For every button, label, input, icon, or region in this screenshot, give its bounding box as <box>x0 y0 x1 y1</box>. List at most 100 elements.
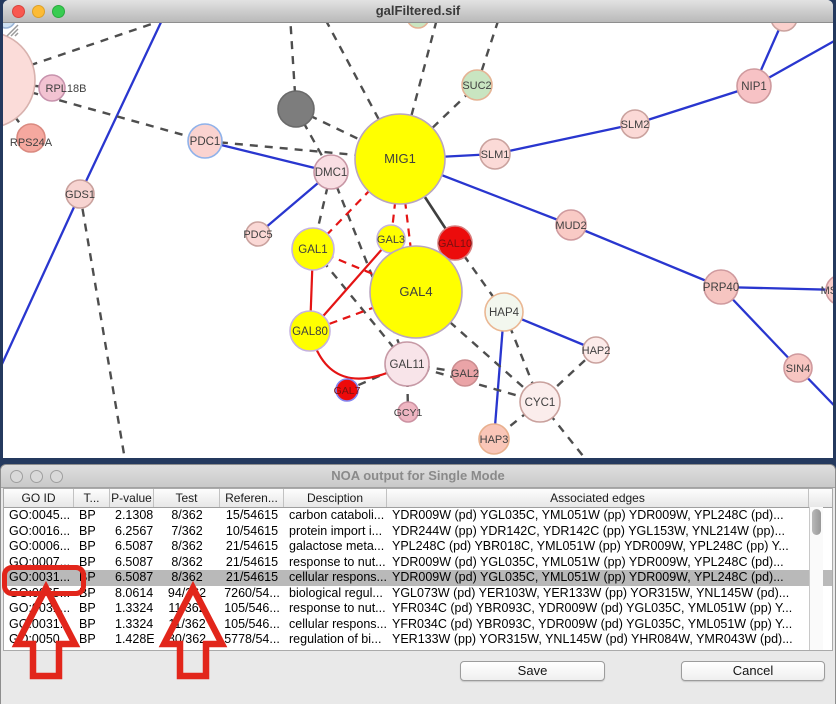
node-MSL1[interactable]: MSL1 <box>821 275 833 305</box>
noa-window-title: NOA output for Single Mode <box>1 468 835 483</box>
node-GCY1[interactable]: GCY1 <box>394 402 423 422</box>
cell: 105/546... <box>220 617 284 633</box>
graph-edge[interactable] <box>571 225 721 287</box>
table-row[interactable]: GO:0050...BP1.428E...80/3625778/54...reg… <box>4 632 832 648</box>
column-header-desciption[interactable]: Desciption <box>284 489 387 507</box>
node-label: RPS24A <box>10 137 53 149</box>
cell: GO:0031... <box>4 601 74 617</box>
cell: YDR009W (pd) YGL035C, YML051W (pp) YDR00… <box>387 508 809 524</box>
vertical-scrollbar[interactable] <box>809 507 823 651</box>
node-label: GDS1 <box>65 189 95 201</box>
noa-window-titlebar[interactable]: NOA output for Single Mode <box>1 465 835 488</box>
node-GAL80[interactable]: GAL80 <box>290 311 330 351</box>
cell: GO:0016... <box>4 524 74 540</box>
node-SUC2[interactable]: SUC2 <box>462 70 492 100</box>
node-SIN4[interactable]: SIN4 <box>784 354 812 382</box>
table-row[interactable]: GO:0031...BP6.5087...8/36221/54615cellul… <box>4 570 832 586</box>
node-label: MSL1 <box>821 285 833 297</box>
node-GAL2[interactable]: GAL2 <box>451 360 479 386</box>
cell: YFR034C (pd) YBR093C, YDR009W (pd) YGL03… <box>387 601 809 617</box>
node-DMC1[interactable]: DMC1 <box>314 155 348 189</box>
node-HAP2[interactable]: HAP2 <box>582 337 611 363</box>
node-label: GAL10 <box>438 238 472 250</box>
cell: response to nut... <box>284 555 387 571</box>
graph-edge[interactable] <box>80 194 125 458</box>
node-label: SLM2 <box>621 119 650 131</box>
cancel-button[interactable]: Cancel <box>681 661 825 681</box>
node-HAP4[interactable]: HAP4 <box>485 293 523 331</box>
node-RPL18B[interactable]: RPL18B <box>39 75 86 101</box>
table-row[interactable]: GO:0065...BP8.0614...94/3627260/54...bio… <box>4 586 832 602</box>
vertical-scrollbar-thumb[interactable] <box>812 509 821 535</box>
cell: cellular respons... <box>284 570 387 586</box>
column-header-referen-[interactable]: Referen... <box>220 489 284 507</box>
cell: YGL073W (pd) YER103W, YER133W (pp) YOR31… <box>387 586 809 602</box>
graph-edge[interactable] <box>3 194 80 458</box>
node-SLM2[interactable]: SLM2 <box>621 110 650 138</box>
node-label: GCY1 <box>394 407 423 419</box>
cell: GO:0006... <box>4 539 74 555</box>
cell: GO:0007... <box>4 555 74 571</box>
cell: BP <box>74 632 110 648</box>
cell: 1.3324... <box>110 617 154 633</box>
node-NIP1[interactable]: NIP1 <box>737 69 771 103</box>
node-label: GAL7 <box>334 385 361 397</box>
node-PRP40[interactable]: PRP40 <box>703 270 739 304</box>
column-header-t-[interactable]: T... <box>74 489 110 507</box>
node-GAL1[interactable]: GAL1 <box>292 228 334 270</box>
table-row[interactable]: GO:0007...BP6.5087...8/36221/54615respon… <box>4 555 832 571</box>
network-window: galFiltered.sif RPL18B RPS24A GDS1 PDC1 PDC5… <box>3 0 833 458</box>
graph-edge[interactable] <box>495 124 635 154</box>
table-row[interactable]: GO:0031...BP1.3324...11/362105/546...cel… <box>4 617 832 633</box>
cell: 1.428E... <box>110 632 154 648</box>
save-button[interactable]: Save <box>460 661 605 681</box>
table-row[interactable]: GO:0016...BP6.2567...7/36210/54615protei… <box>4 524 832 540</box>
cell: 21/54615 <box>220 555 284 571</box>
cell: GO:0031... <box>4 617 74 633</box>
node-GAL11[interactable]: GAL11 <box>385 342 429 386</box>
node-bigleft[interactable] <box>3 32 35 128</box>
node-grayNode[interactable] <box>278 91 314 127</box>
graph-edge[interactable] <box>635 86 754 124</box>
network-canvas[interactable]: RPL18B RPS24A GDS1 PDC1 PDC5 DMC1MIG1 SUC2 SLM1… <box>3 23 833 458</box>
node-MIG1[interactable]: MIG1 <box>355 114 445 204</box>
cell: 8/362 <box>154 555 220 571</box>
node-label: GAL1 <box>298 244 327 256</box>
node-HAP3[interactable]: HAP3 <box>479 424 509 454</box>
node-GDS1[interactable]: GDS1 <box>65 180 95 208</box>
node-CYC1[interactable]: CYC1 <box>520 382 560 422</box>
cell: BP <box>74 539 110 555</box>
cell: GO:0045... <box>4 508 74 524</box>
node-label: PDC5 <box>243 229 272 241</box>
node-pinkTop[interactable] <box>771 23 797 31</box>
node-label: RPL18B <box>46 83 87 95</box>
node-GAL4[interactable]: GAL4 <box>370 246 462 338</box>
cell: BP <box>74 617 110 633</box>
column-header-associated-edges[interactable]: Associated edges <box>387 489 809 507</box>
noa-output-window: NOA output for Single Mode GO IDT...P-va… <box>0 464 836 704</box>
table-row[interactable]: GO:0045...BP2.1308...8/36215/54615carbon… <box>4 508 832 524</box>
node-PDC1[interactable]: PDC1 <box>188 124 222 158</box>
table-row[interactable]: GO:0031...BP1.3324...11/362105/546...res… <box>4 601 832 617</box>
table-row[interactable]: GO:0006...BP6.5087...8/36221/54615galact… <box>4 539 832 555</box>
cell: 21/54615 <box>220 539 284 555</box>
node-greenTop[interactable] <box>407 23 429 28</box>
column-header-test[interactable]: Test <box>154 489 220 507</box>
cell: 11/362 <box>154 601 220 617</box>
column-header-go-id[interactable]: GO ID <box>4 489 74 507</box>
cell: YFR034C (pd) YBR093C, YDR009W (pd) YGL03… <box>387 617 809 633</box>
network-graph[interactable]: RPL18B RPS24A GDS1 PDC1 PDC5 DMC1MIG1 SUC2 SLM1… <box>3 23 833 458</box>
node-label: NIP1 <box>741 81 767 93</box>
node-RPS24A[interactable]: RPS24A <box>10 124 53 152</box>
cell: GO:0050... <box>4 632 74 648</box>
cell: response to nut... <box>284 601 387 617</box>
resize-grip[interactable] <box>3 23 19 37</box>
cell: BP <box>74 601 110 617</box>
column-header-p-value[interactable]: P-value <box>110 489 154 507</box>
node-SLM1[interactable]: SLM1 <box>480 139 510 169</box>
node-GAL7[interactable]: GAL7 <box>334 379 361 401</box>
node-MUD2[interactable]: MUD2 <box>555 210 586 240</box>
network-window-titlebar[interactable]: galFiltered.sif <box>3 0 833 23</box>
node-label: HAP4 <box>489 307 520 319</box>
cell: 8.0614... <box>110 586 154 602</box>
